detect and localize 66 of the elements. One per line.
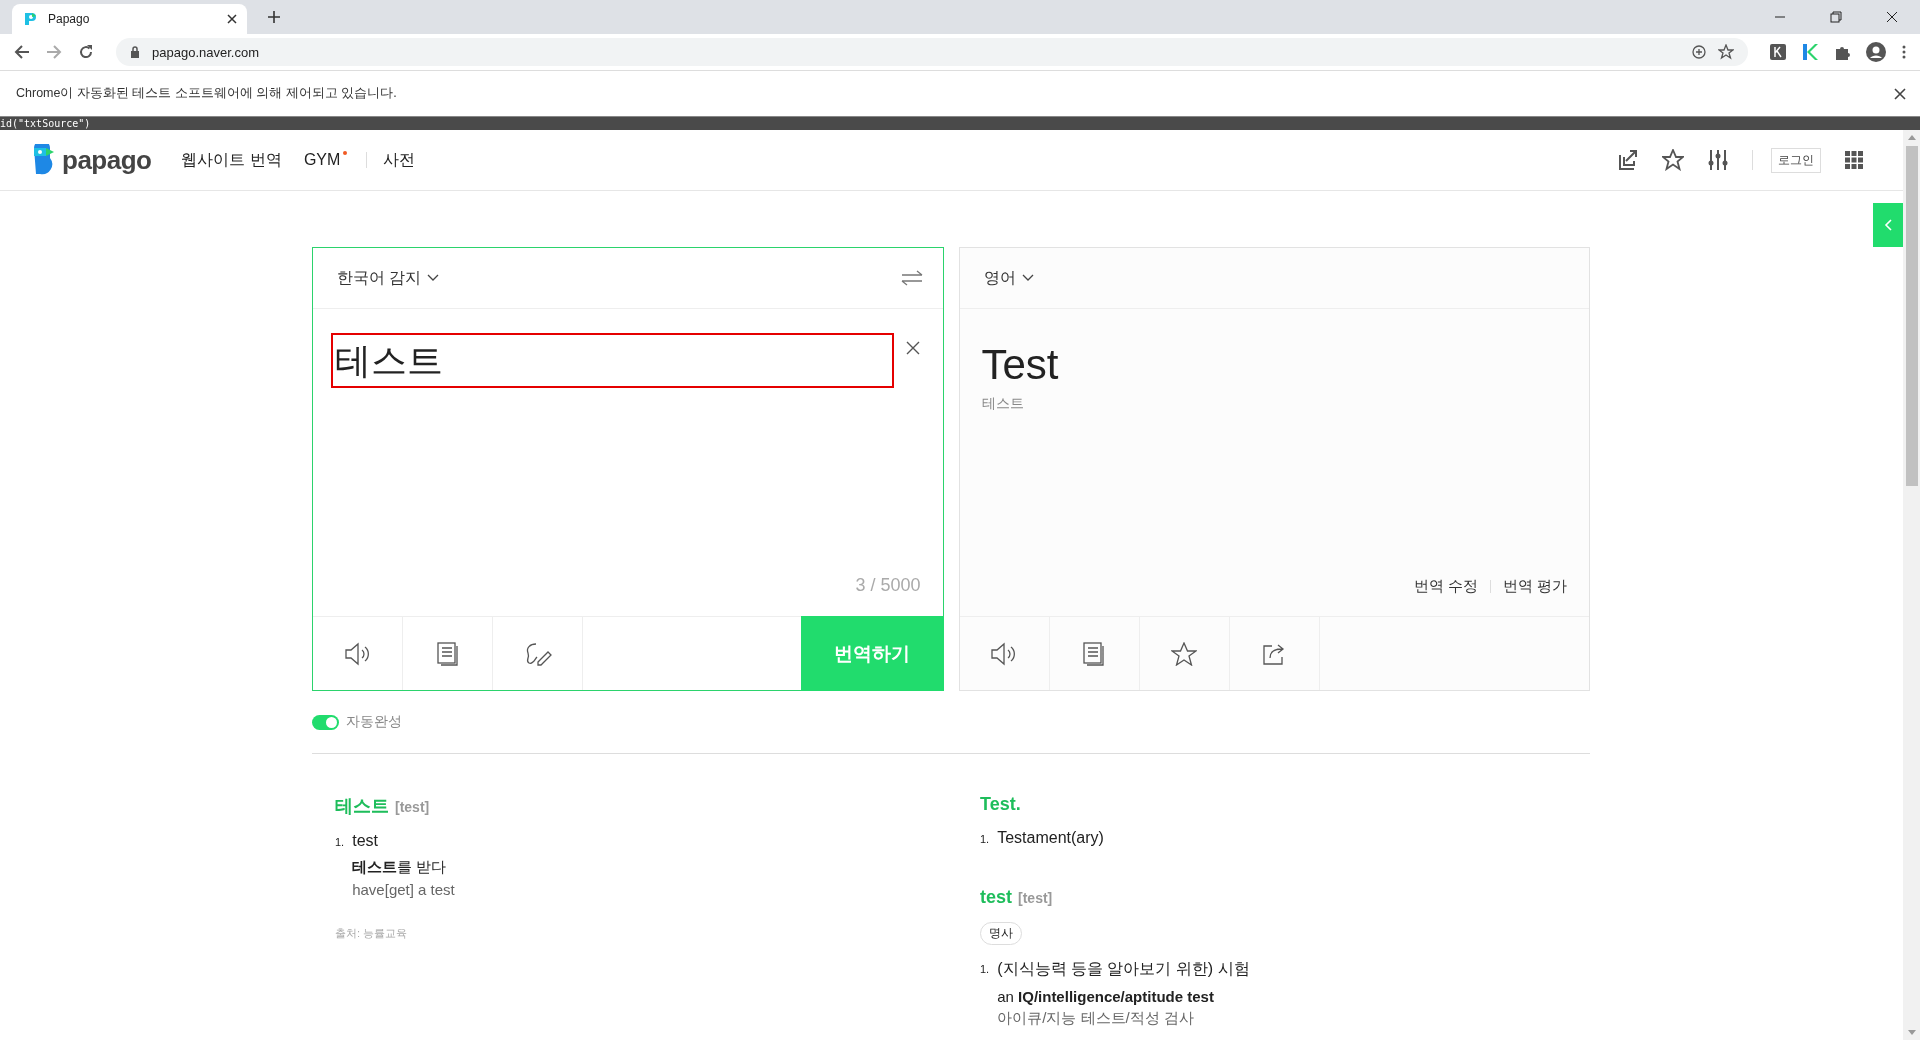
tab-title: Papago <box>48 12 91 26</box>
automation-notice: Chrome이 자동화된 테스트 소프트웨어에 의해 제어되고 있습니다. <box>16 85 397 102</box>
new-tab-icon[interactable] <box>267 10 281 24</box>
nav-link[interactable]: 사전 <box>383 149 416 171</box>
dictionary-source: 출처: 능률교육 <box>335 926 409 941</box>
example-translation: 아이큐/지능 테스트/적성 검사 <box>997 1009 1195 1028</box>
example-sentence: an IQ/intelligence/aptitude test <box>997 988 1215 1005</box>
more-icon[interactable] <box>1902 45 1906 59</box>
nav-link[interactable]: GYM <box>303 151 348 169</box>
star-icon <box>1171 641 1197 666</box>
sense-number: 1. <box>980 832 990 847</box>
star-icon[interactable] <box>1662 149 1684 171</box>
nav-link[interactable]: 웹사이트 번역 <box>181 149 282 171</box>
star-icon[interactable] <box>1718 44 1734 60</box>
chevron-down-icon <box>1021 274 1034 282</box>
sense-number: 1. <box>335 835 345 850</box>
translation-text: Test <box>980 340 1060 389</box>
parrot-logo-icon <box>32 144 56 176</box>
address-bar[interactable]: papago.naver.com <box>116 38 1748 66</box>
swap-arrows-icon[interactable] <box>900 270 923 286</box>
pronunciation-text: [test] <box>1018 890 1053 906</box>
autocomplete-toggle[interactable] <box>312 714 339 730</box>
close-icon[interactable] <box>1886 11 1898 23</box>
parrot-icon <box>22 11 38 27</box>
document-icon <box>436 641 459 666</box>
login-button[interactable]: 로그인 <box>1771 147 1821 173</box>
speaker-icon <box>343 641 372 666</box>
close-icon[interactable] <box>227 14 237 24</box>
restore-icon[interactable] <box>1830 11 1842 23</box>
character-count: 3 / 5000 <box>855 575 921 596</box>
sense-meaning: (지식능력 등을 알아보기 위한) 시험 <box>997 959 1250 979</box>
sense-meaning: Testament(ary) <box>997 829 1104 847</box>
k-logo-icon[interactable] <box>1802 43 1818 61</box>
back-arrow-icon[interactable] <box>14 44 30 60</box>
target-language-dropdown[interactable]: 영어 <box>983 267 1034 289</box>
profile-icon[interactable] <box>1866 42 1886 62</box>
external-link-icon[interactable] <box>1616 149 1638 171</box>
add-circle-icon[interactable] <box>1692 45 1706 59</box>
sliders-icon[interactable] <box>1708 149 1728 171</box>
papago-logo-text[interactable]: papago <box>62 144 152 176</box>
app-grid-icon[interactable] <box>1845 151 1863 169</box>
document-icon <box>1083 641 1105 666</box>
source-language-dropdown[interactable]: 한국어 감지 <box>337 267 440 289</box>
lock-icon <box>130 46 140 58</box>
pronunciation-text: [test] <box>395 799 430 815</box>
puzzle-icon[interactable] <box>1834 44 1850 60</box>
url-text: papago.naver.com <box>152 44 259 60</box>
speaker-icon <box>990 641 1018 666</box>
close-icon[interactable] <box>1894 87 1906 100</box>
sense-number: 1. <box>980 962 990 977</box>
k-extension-icon[interactable] <box>1770 44 1786 60</box>
chevron-down-icon <box>427 274 440 282</box>
reload-icon[interactable] <box>78 44 94 60</box>
close-icon[interactable] <box>906 341 920 355</box>
example-translation: have[get] a test <box>352 881 455 898</box>
browser-tab[interactable]: Papago <box>12 4 247 34</box>
feedback-link[interactable]: 번역 평가 <box>1502 577 1567 596</box>
new-dot <box>343 151 348 155</box>
autocomplete-label: 자동완성 <box>346 713 402 731</box>
sense-meaning: test <box>352 832 379 850</box>
xpath-text: id("txtSource") <box>0 117 91 130</box>
source-text-input[interactable]: 테스트 <box>331 333 894 388</box>
pronunciation-text: 테스트 <box>980 394 1025 413</box>
example-sentence: 테스트를 받다 <box>352 858 448 877</box>
feedback-link[interactable]: 번역 수정 <box>1413 577 1478 596</box>
chevron-left-icon <box>1884 219 1892 231</box>
